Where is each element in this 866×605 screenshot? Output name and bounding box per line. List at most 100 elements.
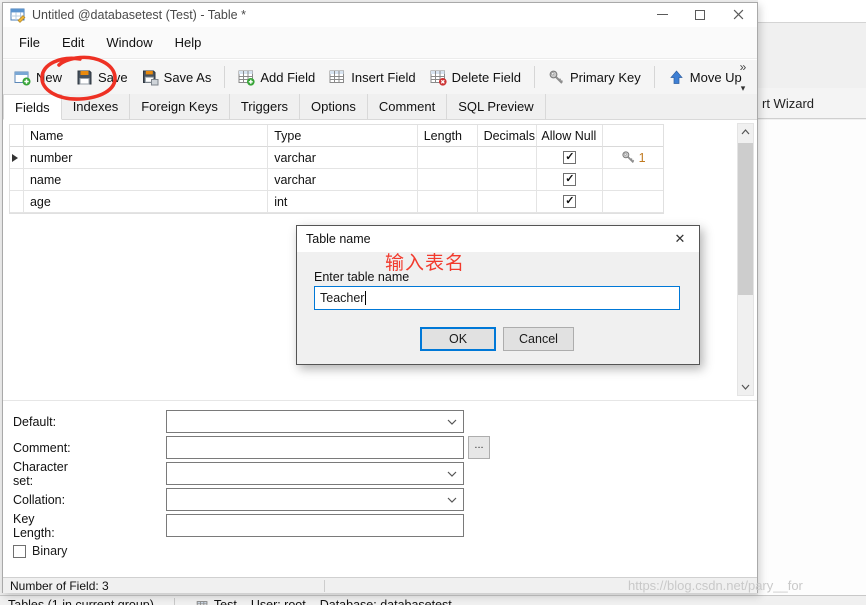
new-button[interactable]: New — [7, 65, 69, 90]
primary-key-label: Primary Key — [569, 69, 641, 85]
grid-header-key — [603, 125, 663, 147]
menu-help[interactable]: Help — [165, 30, 212, 55]
allow-null-cell[interactable]: ✓ — [537, 169, 604, 191]
vertical-scrollbar[interactable] — [737, 123, 754, 396]
row-marker-cell — [10, 191, 24, 213]
menu-file[interactable]: File — [9, 30, 50, 55]
cancel-button[interactable]: Cancel — [503, 327, 574, 351]
table-name-value: Teacher — [320, 291, 365, 305]
dialog-close-button[interactable]: ✕ — [667, 229, 693, 249]
grid-header-type[interactable]: Type — [268, 125, 418, 147]
field-decimals-cell[interactable] — [477, 147, 538, 169]
tab-triggers[interactable]: Triggers — [229, 94, 301, 119]
scroll-up-button[interactable] — [738, 124, 753, 140]
background-wizard-button[interactable]: rt Wizard — [758, 88, 866, 119]
binary-option[interactable]: Binary — [13, 544, 67, 558]
field-count-status: Number of Field: 3 — [10, 578, 109, 593]
key-length-input[interactable] — [166, 514, 464, 537]
field-type-cell[interactable]: varchar — [268, 147, 418, 169]
charset-label: Character set: — [13, 459, 68, 488]
field-length-cell[interactable] — [417, 169, 478, 191]
row-marker-cell — [10, 169, 24, 191]
scroll-down-icon — [741, 384, 750, 390]
wizard-button-label: rt Wizard — [762, 95, 814, 111]
field-name-cell[interactable]: age — [23, 191, 269, 213]
save-as-button[interactable]: Save As — [135, 65, 219, 90]
scrollbar-track[interactable] — [738, 140, 753, 379]
scroll-down-button[interactable] — [738, 379, 753, 395]
connection-status: Test — [195, 598, 237, 605]
binary-label: Binary — [32, 544, 68, 558]
new-label: New — [36, 69, 63, 85]
close-icon — [733, 9, 743, 20]
field-decimals-cell[interactable] — [477, 169, 538, 191]
primary-key-cell — [603, 169, 664, 191]
allow-null-cell[interactable]: ✓ — [537, 191, 604, 213]
field-length-cell[interactable] — [417, 147, 478, 169]
allow-null-checkbox[interactable]: ✓ — [563, 151, 577, 164]
dialog-title: Table name — [306, 232, 371, 246]
table-row[interactable]: age int ✓ — [10, 191, 664, 213]
tab-indexes[interactable]: Indexes — [61, 94, 131, 119]
tab-fields[interactable]: Fields — [3, 94, 62, 120]
move-up-label: Move Up — [689, 69, 742, 85]
grid-header-row: Name Type Length Decimals Allow Null — [10, 125, 663, 147]
key-length-label: Key Length: — [13, 511, 55, 540]
grid-header-decimals[interactable]: Decimals — [477, 125, 538, 147]
dialog-title-bar[interactable]: Table name — [297, 226, 699, 252]
screen: rt Wizard Tables (1 in current group) Te… — [0, 0, 866, 605]
allow-null-checkbox[interactable]: ✓ — [563, 173, 577, 186]
ok-button[interactable]: OK — [420, 327, 496, 351]
save-button[interactable]: Save — [69, 65, 135, 90]
background-panel — [758, 120, 866, 595]
maximize-button[interactable] — [681, 3, 719, 26]
title-bar[interactable]: Untitled @databasetest (Test) - Table * — [3, 3, 757, 26]
field-type-cell[interactable]: varchar — [268, 169, 418, 191]
current-row-marker-icon — [12, 153, 18, 162]
menu-edit[interactable]: Edit — [52, 30, 94, 55]
field-length-cell[interactable] — [417, 191, 478, 213]
enter-table-name-label: Enter table name — [314, 270, 410, 284]
table-row[interactable]: number varchar ✓ 1 — [10, 147, 664, 169]
comment-input[interactable] — [166, 436, 464, 459]
close-button[interactable] — [719, 3, 757, 26]
binary-checkbox[interactable] — [13, 544, 26, 558]
connection-icon — [196, 601, 208, 605]
dialog-close-icon: ✕ — [674, 231, 686, 246]
comment-ellipsis-button[interactable]: ... — [468, 436, 490, 459]
user-status: User: root — [250, 598, 306, 605]
menu-bar: File Edit Window Help — [3, 27, 757, 59]
field-name-cell[interactable]: number — [23, 147, 269, 169]
tab-foreign-keys[interactable]: Foreign Keys — [130, 94, 230, 119]
charset-combobox[interactable] — [166, 462, 464, 485]
field-type-cell[interactable]: int — [268, 191, 418, 213]
scrollbar-thumb[interactable] — [738, 143, 753, 295]
default-combobox[interactable] — [166, 410, 464, 433]
add-field-button[interactable]: Add Field — [231, 65, 322, 90]
grid-header-marker — [10, 125, 24, 147]
grid-header-name[interactable]: Name — [23, 125, 269, 147]
primary-key-button[interactable]: Primary Key — [541, 65, 648, 90]
table-name-input[interactable]: Teacher — [314, 286, 680, 310]
background-window-strip — [758, 0, 866, 23]
field-name-cell[interactable]: name — [23, 169, 269, 191]
grid-header-allow-null[interactable]: Allow Null — [537, 125, 604, 147]
default-label: Default: — [13, 414, 57, 429]
minimize-button[interactable] — [643, 3, 681, 26]
toolbar-separator — [533, 66, 535, 88]
grid-header-length[interactable]: Length — [417, 125, 478, 147]
delete-field-button[interactable]: Delete Field — [423, 65, 528, 90]
background-toolbar-strip — [758, 24, 866, 88]
tab-options[interactable]: Options — [300, 94, 368, 119]
insert-field-button[interactable]: Insert Field — [322, 65, 422, 90]
background-status-left: Tables (1 in current group) — [8, 598, 154, 605]
toolbar-overflow-button[interactable]: » ▾ — [735, 61, 751, 93]
allow-null-cell[interactable]: ✓ — [537, 147, 604, 169]
field-decimals-cell[interactable] — [477, 191, 538, 213]
table-row[interactable]: name varchar ✓ — [10, 169, 664, 191]
menu-window[interactable]: Window — [96, 30, 162, 55]
collation-combobox[interactable] — [166, 488, 464, 511]
allow-null-checkbox[interactable]: ✓ — [563, 195, 577, 208]
tab-sql-preview[interactable]: SQL Preview — [447, 94, 546, 119]
tab-comment[interactable]: Comment — [367, 94, 448, 119]
